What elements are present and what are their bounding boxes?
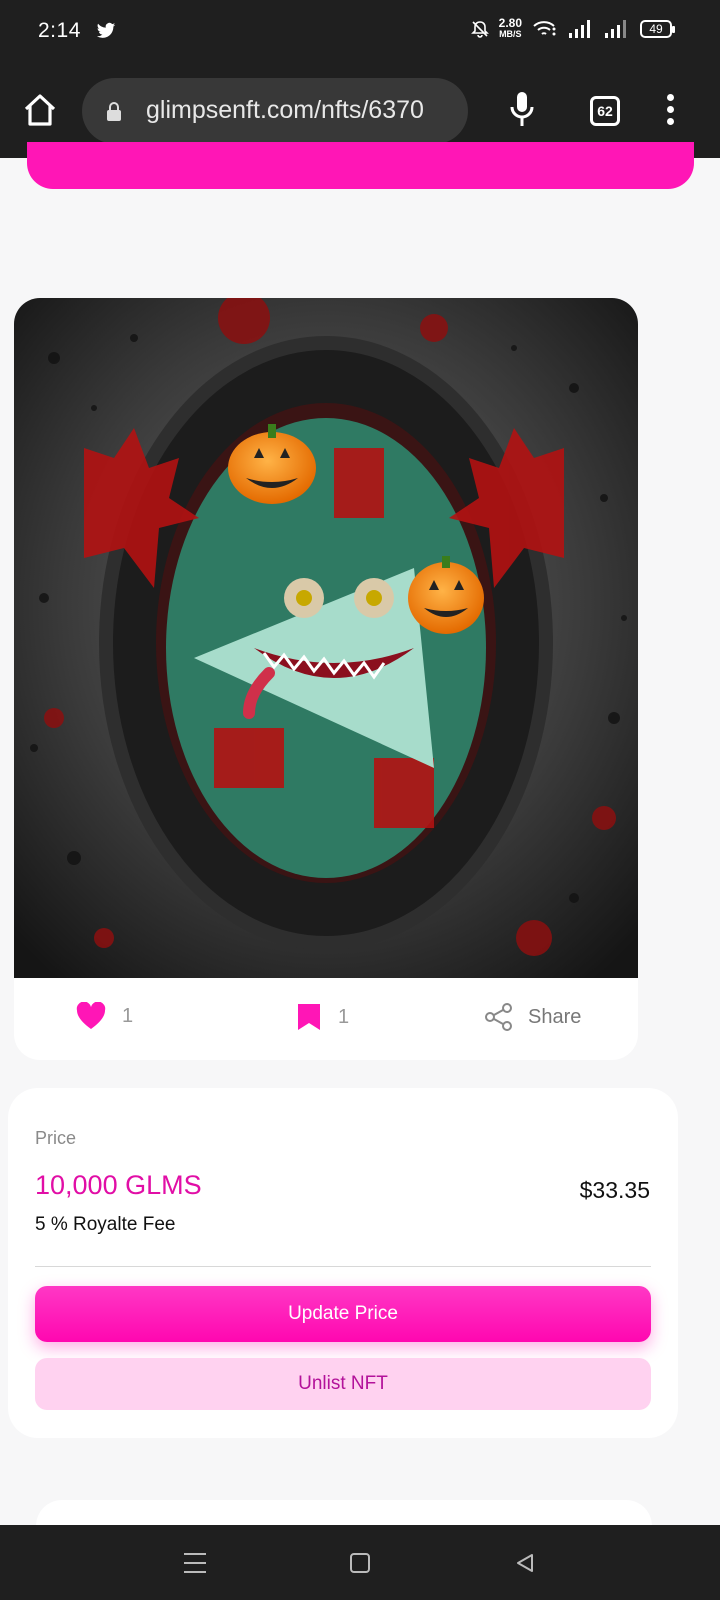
price-value: 10,000 GLMS	[35, 1170, 202, 1200]
share-action[interactable]: Share	[484, 1002, 581, 1032]
nft-image[interactable]	[14, 298, 638, 978]
bookmark-count: 1	[338, 1005, 350, 1028]
recent-apps-icon[interactable]	[184, 1553, 206, 1573]
address-bar[interactable]: glimpsenft.com/nfts/6370	[82, 78, 468, 144]
system-nav-bar	[0, 1525, 720, 1600]
like-count: 1	[122, 1004, 134, 1027]
url-text: glimpsenft.com/nfts/6370	[146, 96, 424, 124]
heart-icon	[76, 1002, 106, 1029]
status-time: 2:14	[38, 19, 81, 42]
mute-bell-icon	[470, 21, 489, 38]
nft-card: 1 1 Share	[14, 298, 638, 1060]
back-icon[interactable]	[514, 1552, 536, 1574]
lock-icon	[107, 102, 121, 121]
wifi-icon	[533, 21, 556, 36]
bookmark-icon	[298, 1004, 320, 1030]
bookmark-action[interactable]: 1	[296, 1002, 349, 1032]
status-bar: 2:14 2.80 MB/S 49	[0, 0, 720, 62]
nft-actions: 1 1 Share	[14, 978, 638, 1060]
price-usd: $33.35	[579, 1177, 650, 1203]
tabs-button[interactable]: 62	[590, 96, 620, 126]
overflow-menu-icon[interactable]	[664, 94, 676, 128]
top-pink-button[interactable]	[27, 142, 694, 189]
price-card: Price 10,000 GLMS $33.35 5 % Royalte Fee…	[8, 1088, 678, 1438]
twitter-icon	[96, 22, 116, 38]
signal-icon-1	[569, 20, 590, 38]
nav-home-icon[interactable]	[350, 1553, 370, 1573]
divider	[35, 1266, 651, 1267]
update-price-button[interactable]: Update Price	[35, 1286, 651, 1342]
signal-icon-2	[605, 20, 626, 38]
like-action[interactable]: 1	[76, 1002, 133, 1030]
battery-icon: 49	[640, 20, 675, 38]
price-label: Price	[35, 1128, 77, 1148]
home-icon[interactable]	[22, 92, 58, 128]
royalty-fee: 5 % Royalte Fee	[35, 1214, 176, 1235]
net-speed: 2.80 MB/S	[498, 16, 522, 39]
share-label: Share	[528, 1005, 582, 1028]
status-indicators: 2.80 MB/S 49	[470, 16, 675, 40]
mic-icon[interactable]	[508, 90, 536, 130]
share-icon	[485, 1003, 512, 1031]
unlist-nft-button[interactable]: Unlist NFT	[35, 1358, 651, 1410]
